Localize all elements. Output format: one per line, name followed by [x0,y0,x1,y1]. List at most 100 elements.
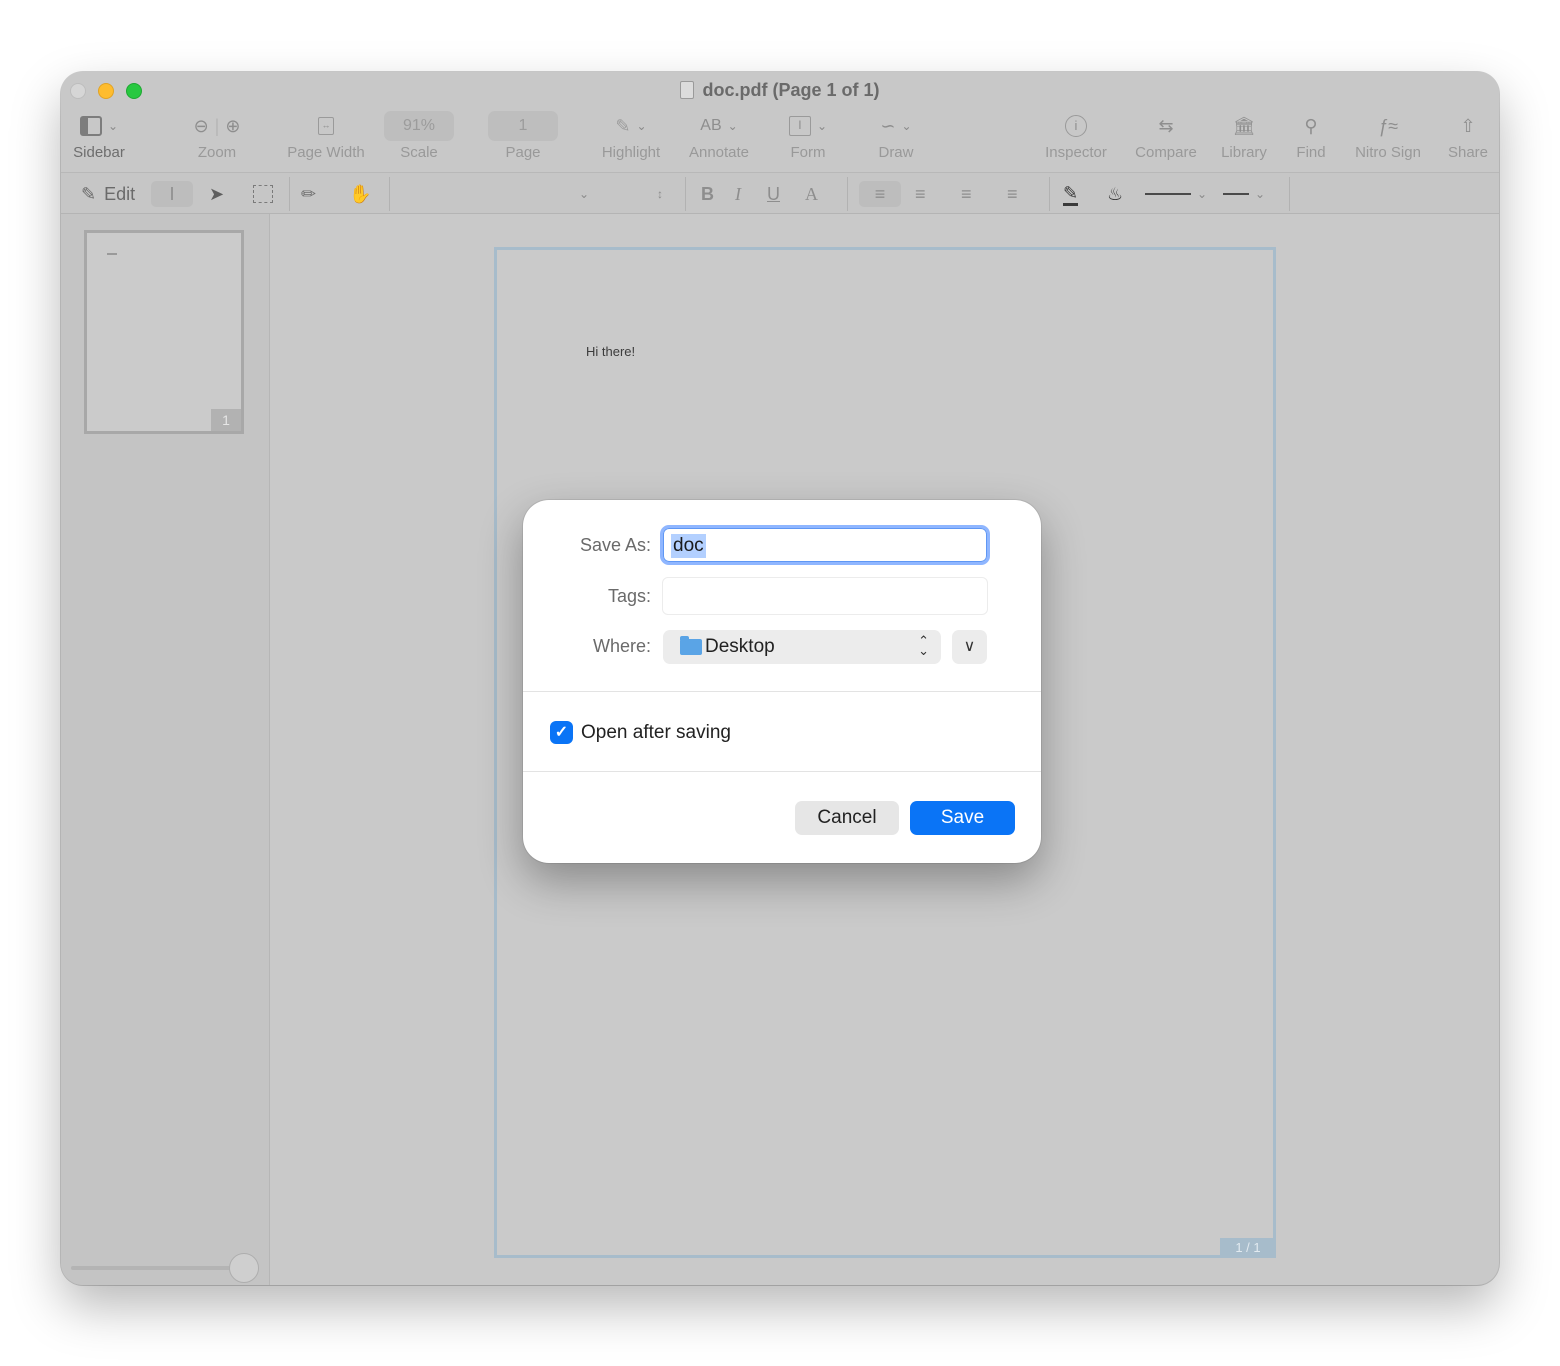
slider-knob[interactable] [229,1253,259,1283]
scale-label: Scale [400,144,438,161]
save-as-input[interactable]: doc [660,525,990,565]
updown-chevron-icon: ⌃ ⌄ [918,633,929,658]
align-center-icon: ≡ [915,183,926,204]
page-width-button[interactable]: ↔ Page Width [281,112,371,168]
library-toolbar-button[interactable]: 🏛 Library [1215,112,1273,168]
where-select[interactable]: Desktop ⌃ ⌄ [663,630,941,664]
justify-icon: ≡ [1007,183,1018,204]
find-label: Find [1296,144,1326,161]
chevron-down-icon: ∨ [963,638,976,655]
app-window: doc.pdf (Page 1 of 1) ⌄ Sidebar ⊖ | ⊕ Zoom… [61,72,1499,1285]
page-thumbnail[interactable]: 1 [84,230,244,434]
line-style-icon [1223,193,1249,195]
align-center-button[interactable]: ≡ [915,181,926,207]
cancel-button[interactable]: Cancel [795,801,899,835]
zoom-out-icon[interactable]: ⊖ [194,116,209,137]
page-width-label: Page Width [287,144,365,161]
page-control[interactable]: 1 Page [487,111,559,168]
paint-bucket-icon: ♨ [1107,183,1124,204]
share-icon: ⇧ [1460,115,1476,136]
divider [1049,177,1050,211]
info-icon: i [1065,115,1087,137]
library-label: Library [1221,144,1267,161]
font-family-dropdown[interactable]: ⌄ [579,181,589,207]
folder-icon [680,636,702,655]
form-field-icon: I [788,116,811,136]
thumbnail-page-number: 1 [211,409,241,431]
text-color-button[interactable]: A [805,181,818,207]
find-toolbar-button[interactable]: ⚲ Find [1291,112,1331,168]
expand-dialog-button[interactable]: ∨ [952,630,987,664]
where-value: Desktop [705,636,775,657]
zoom-toolbar-group[interactable]: ⊖ | ⊕ Zoom [171,112,263,168]
stroke-color-button[interactable]: ✎ [1063,181,1079,207]
inspector-toolbar-button[interactable]: i Inspector [1041,112,1111,168]
pointer-tool[interactable]: ➤ [209,181,224,207]
text-cursor-icon: I [169,183,175,204]
draw-label: Draw [878,144,914,161]
divider [523,691,1041,692]
share-toolbar-button[interactable]: ⇧ Share [1445,112,1491,168]
annotate-toolbar-button[interactable]: AB ⌄ Annotate [683,112,755,168]
zoom-separator: | [214,115,220,136]
align-right-button[interactable]: ≡ [961,181,972,207]
divider [1289,177,1290,211]
save-as-value: doc [671,534,706,558]
text-select-tool[interactable]: I [151,181,193,207]
nitro-sign-toolbar-button[interactable]: ƒ≈ Nitro Sign [1349,112,1427,168]
align-left-button[interactable]: ≡ [859,181,901,207]
tags-input[interactable] [662,577,988,615]
font-size-stepper[interactable]: ↕ [657,181,663,207]
chevron-down-icon: ⌄ [1197,187,1208,201]
underline-button[interactable]: U [767,181,780,207]
line-style-dropdown[interactable]: ⌄ [1223,181,1265,207]
italic-button[interactable]: I [735,181,741,207]
fill-color-button[interactable]: ♨ [1107,181,1123,207]
thumbnail-text-line [107,253,117,255]
scale-control[interactable]: 91% Scale [383,111,455,168]
divider [389,177,390,211]
pen-color-icon: ✎ [1063,183,1079,206]
thumbnail-size-slider[interactable] [71,1266,243,1270]
open-after-saving-checkbox[interactable]: ✓ [550,721,573,744]
bold-button[interactable]: B [701,181,714,207]
highlight-label: Highlight [601,144,661,161]
align-right-icon: ≡ [961,183,972,204]
save-dialog: Save As: doc Tags: Where: Desktop ⌃ ⌄ ∨ ✓… [523,500,1041,863]
measure-tool[interactable]: ✏ [301,181,316,207]
page-number-field[interactable]: 1 [488,111,558,141]
page-text[interactable]: Hi there! [586,344,635,359]
annotate-icon: AB [700,117,722,134]
edit-icon: ✎ [81,183,97,204]
compare-arrows-icon: ⇆ [1158,115,1174,136]
page-indicator: 1 / 1 [1220,1238,1276,1258]
zoom-in-icon[interactable]: ⊕ [225,116,240,137]
save-button[interactable]: Save [910,801,1015,835]
chevron-down-icon: ⌄ [1255,187,1266,201]
marquee-tool[interactable] [253,181,273,207]
compare-toolbar-button[interactable]: ⇆ Compare [1129,112,1203,168]
line-width-dropdown[interactable]: ⌄ [1145,181,1207,207]
title-bar: doc.pdf (Page 1 of 1) ⌄ Sidebar ⊖ | ⊕ Zoom… [61,72,1499,172]
thumbnail-sidebar: 1 [61,214,270,1285]
chevron-down-icon: ⌄ [636,119,647,133]
chevron-down-icon: ⌄ [107,119,119,133]
where-label: Where: [592,636,651,656]
scale-field[interactable]: 91% [384,111,454,141]
inspector-label: Inspector [1045,144,1107,161]
draw-pen-icon: ∽ [880,115,896,136]
hand-tool[interactable]: ✋ [349,181,371,207]
form-toolbar-button[interactable]: I ⌄ Form [773,112,843,168]
draw-toolbar-button[interactable]: ∽ ⌄ Draw [861,112,931,168]
hand-icon: ✋ [349,183,372,204]
signature-icon: ƒ≈ [1378,115,1398,136]
open-after-saving-label[interactable]: Open after saving [581,722,731,744]
justify-button[interactable]: ≡ [1007,181,1018,207]
share-label: Share [1447,144,1489,161]
highlight-toolbar-button[interactable]: ✎ ⌄ Highlight [593,112,669,168]
edit-button[interactable]: ✎ Edit [81,181,135,207]
sidebar-toolbar-button[interactable]: ⌄ Sidebar [67,112,131,168]
save-as-label: Save As: [579,535,651,555]
page-width-icon: ↔ [318,117,334,135]
divider [847,177,848,211]
